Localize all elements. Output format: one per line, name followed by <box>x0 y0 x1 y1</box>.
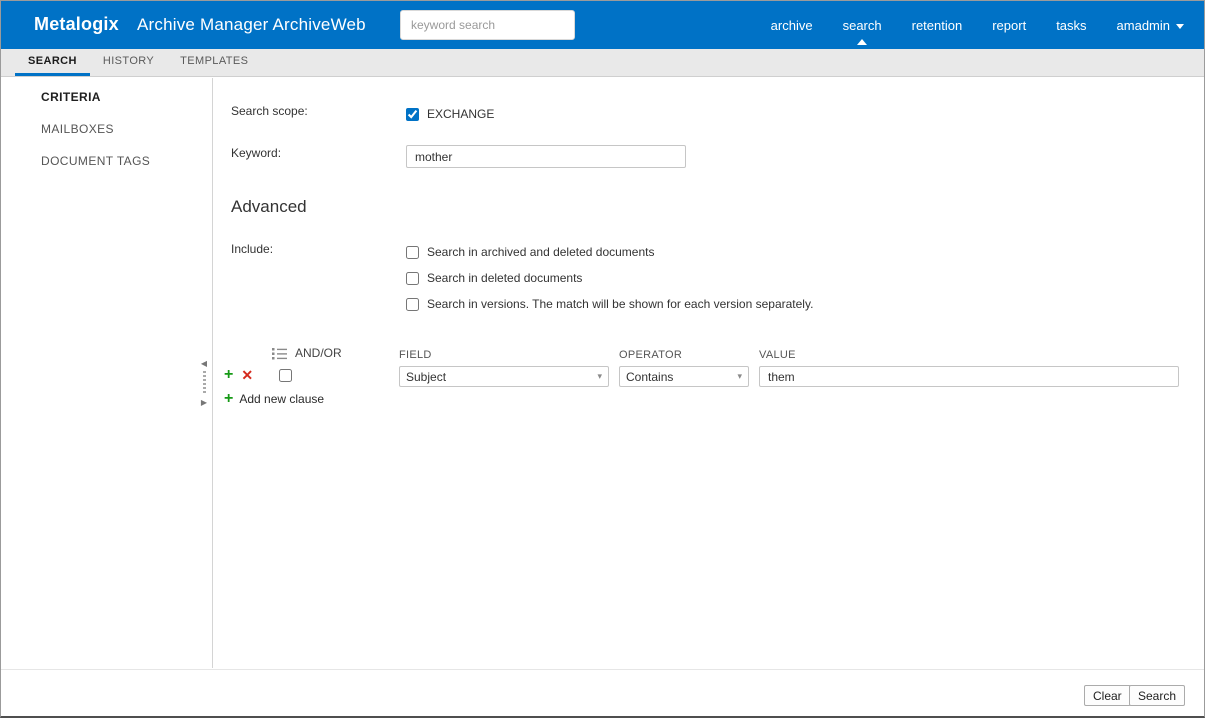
advanced-heading: Advanced <box>231 197 307 216</box>
keyword-input[interactable] <box>406 145 686 168</box>
chevron-down-icon <box>1176 23 1184 29</box>
search-criteria-panel: Search scope: EXCHANGE Keyword: Advanced… <box>213 78 1204 666</box>
nav-archive[interactable]: archive <box>771 12 813 39</box>
clause-list-icon <box>272 347 287 359</box>
tab-history[interactable]: HISTORY <box>90 49 167 76</box>
search-button[interactable]: Search <box>1129 685 1186 706</box>
active-nav-caret-icon <box>857 38 868 45</box>
clear-button[interactable]: Clear <box>1084 685 1131 706</box>
top-nav: archive search retention report tasks am… <box>771 1 1184 49</box>
user-name-label: amadmin <box>1116 17 1170 33</box>
chevron-down-icon: ▾ <box>737 371 742 381</box>
field-column-label: FIELD <box>399 349 432 361</box>
remove-clause-icon[interactable]: ✕ <box>241 368 253 382</box>
top-bar: Metalogix Archive Manager ArchiveWeb arc… <box>1 1 1204 49</box>
plus-icon: + <box>224 390 234 407</box>
tab-templates[interactable]: TEMPLATES <box>167 49 261 76</box>
nav-search-label: search <box>842 17 882 33</box>
include-deleted-label: Search in deleted documents <box>427 271 583 285</box>
splitter-grip-icon[interactable] <box>202 371 206 395</box>
tab-bar: SEARCH HISTORY TEMPLATES <box>1 49 1204 77</box>
operator-column-label: OPERATOR <box>619 349 683 361</box>
include-option-row: Search in versions. The match will be sh… <box>406 297 813 311</box>
keyword-search-input[interactable] <box>400 10 575 40</box>
sidebar: CRITERIA MAILBOXES DOCUMENT TAGS <box>1 78 212 666</box>
add-condition-icon[interactable]: + <box>224 367 233 383</box>
chevron-down-icon: ▾ <box>597 371 602 381</box>
operator-select-value: Contains <box>626 369 674 384</box>
app-title: Archive Manager ArchiveWeb <box>137 15 366 34</box>
field-select-value: Subject <box>406 369 447 384</box>
metalogix-logo: Metalogix <box>34 14 119 34</box>
footer-divider <box>1 669 1204 670</box>
exchange-checkbox[interactable] <box>406 107 419 121</box>
value-column-label: VALUE <box>759 349 796 361</box>
keyword-label: Keyword: <box>231 146 282 160</box>
nav-retention[interactable]: retention <box>912 12 963 39</box>
include-archived-deleted-checkbox[interactable] <box>406 245 419 259</box>
add-new-clause-link[interactable]: + Add new clause <box>224 390 325 407</box>
andor-label: AND/OR <box>295 346 342 360</box>
include-option-row: Search in deleted documents <box>406 271 582 285</box>
sidebar-item-criteria[interactable]: CRITERIA <box>1 84 212 110</box>
include-archived-deleted-label: Search in archived and deleted documents <box>427 245 655 259</box>
exchange-label: EXCHANGE <box>427 107 495 121</box>
field-select[interactable]: Subject ▾ <box>399 366 609 387</box>
clause-row-tools: + ✕ <box>224 367 293 383</box>
sidebar-item-mailboxes[interactable]: MAILBOXES <box>1 116 212 142</box>
sidebar-item-document-tags[interactable]: DOCUMENT TAGS <box>1 148 212 174</box>
add-new-clause-label: Add new clause <box>239 392 325 406</box>
clause-group-header: AND/OR <box>272 346 342 360</box>
include-versions-label: Search in versions. The match will be sh… <box>427 297 814 311</box>
exchange-scope-row: EXCHANGE <box>406 107 494 121</box>
expand-right-icon[interactable]: ▶ <box>196 398 212 407</box>
archiveweb-app: Metalogix Archive Manager ArchiveWeb arc… <box>0 0 1205 718</box>
search-scope-label: Search scope: <box>231 104 308 118</box>
nav-report[interactable]: report <box>992 12 1026 39</box>
include-versions-checkbox[interactable] <box>406 297 419 311</box>
nav-tasks[interactable]: tasks <box>1056 12 1086 39</box>
clause-select-checkbox[interactable] <box>279 368 293 382</box>
include-label: Include: <box>231 242 274 256</box>
splitter-handle[interactable]: ◀ ▶ <box>196 359 212 411</box>
nav-search[interactable]: search <box>842 12 882 45</box>
tab-search[interactable]: SEARCH <box>15 49 90 76</box>
collapse-left-icon[interactable]: ◀ <box>196 359 212 368</box>
clause-value-input[interactable] <box>759 366 1179 387</box>
include-option-row: Search in archived and deleted documents <box>406 245 654 259</box>
nav-user-menu[interactable]: amadmin <box>1117 12 1184 39</box>
operator-select[interactable]: Contains ▾ <box>619 366 749 387</box>
include-deleted-checkbox[interactable] <box>406 271 419 285</box>
